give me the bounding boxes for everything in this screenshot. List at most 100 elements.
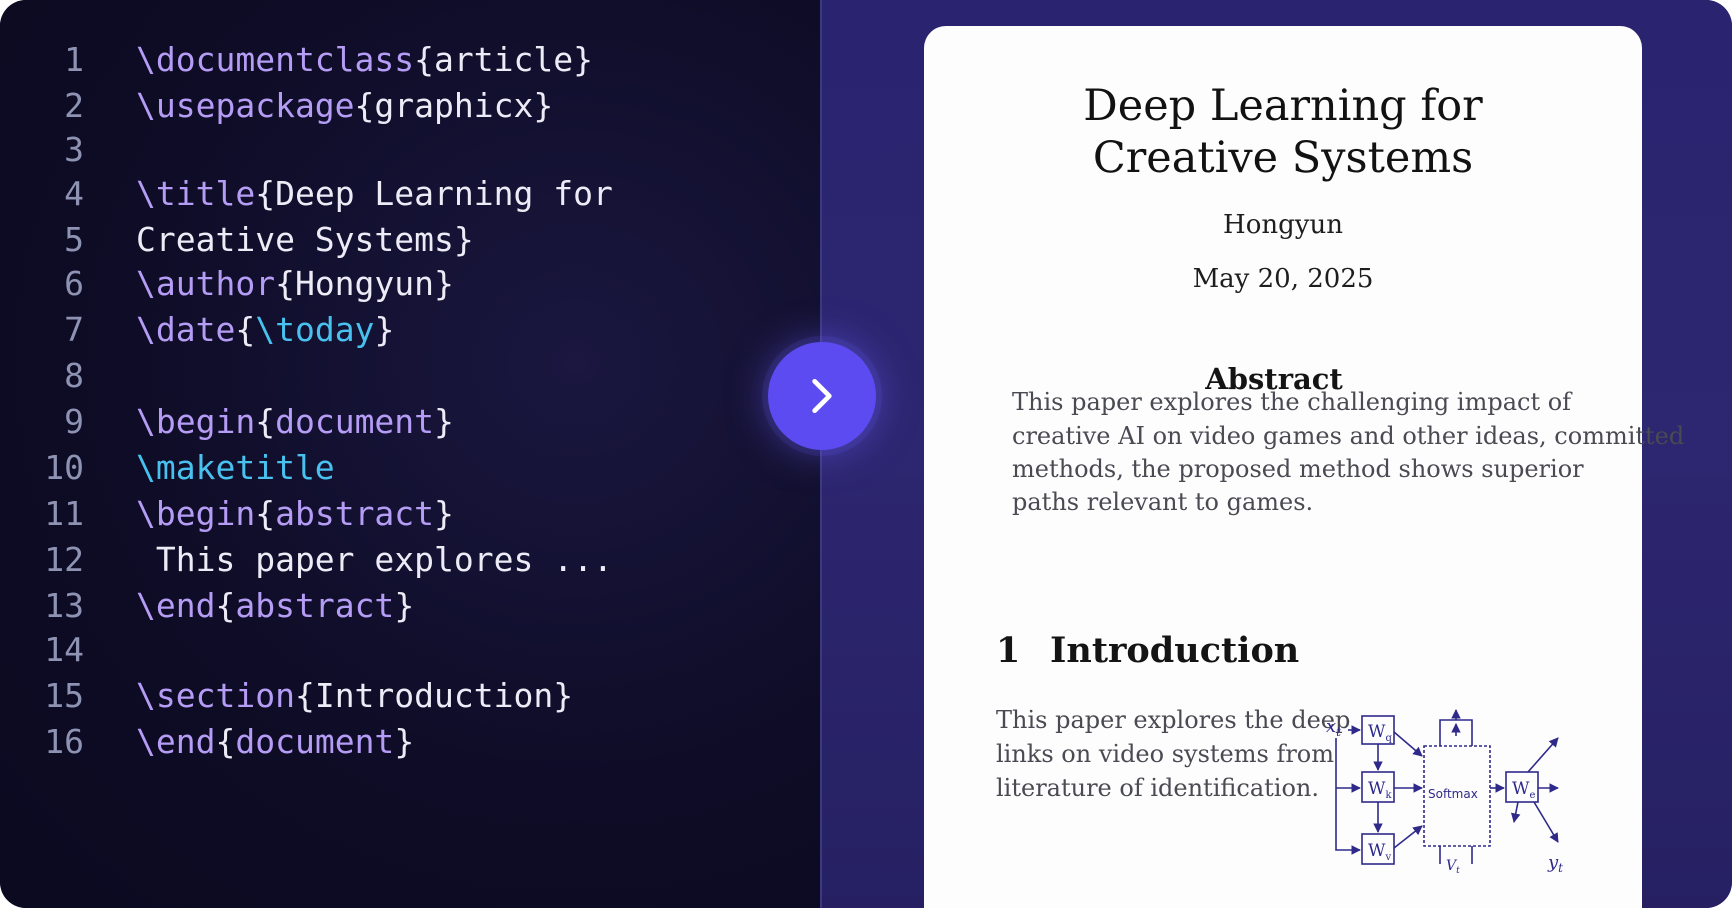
code-token: This paper explores ...: [136, 540, 613, 579]
code-token: \begin: [136, 402, 256, 441]
code-token: {Introduction}: [294, 676, 574, 715]
chevron-right-icon: [812, 378, 832, 414]
code-line[interactable]: 6 \author{Hongyun}: [0, 262, 800, 306]
abstract-line: This paper explores the challenging impa…: [1012, 388, 1572, 416]
code-token: document: [275, 402, 435, 441]
abstract-line: creative AI on video games and other ide…: [1012, 422, 1685, 450]
code-line[interactable]: 16 \end{document}: [0, 720, 800, 764]
code-line[interactable]: 7 \date{\today}: [0, 308, 800, 352]
app-frame: 1 \documentclass{article} 2 \usepackage{gra…: [0, 0, 1732, 908]
diagram-output-label: yt: [1547, 852, 1563, 875]
code-token: \section: [136, 676, 295, 715]
code-line[interactable]: 5 Creative Systems}: [0, 218, 800, 262]
code-token: }: [394, 586, 415, 625]
line-number: 10: [44, 448, 84, 487]
body-line: links on video systems from: [996, 740, 1335, 768]
code-text: \usepackage{graphicx}: [136, 84, 553, 128]
code-line[interactable]: 9 \begin{document}: [0, 400, 800, 444]
line-number: 16: [44, 722, 84, 761]
code-token: document: [235, 722, 395, 761]
code-text: \begin{abstract}: [136, 492, 454, 536]
body-line: literature of identification.: [996, 774, 1319, 802]
code-token: }: [374, 310, 395, 349]
code-line[interactable]: 2 \usepackage{graphicx}: [0, 84, 800, 128]
softmax-label: Softmax: [1428, 787, 1478, 801]
code-token: {article}: [414, 40, 593, 79]
abstract-line: methods, the proposed method shows super…: [1012, 455, 1584, 483]
code-text: Creative Systems}: [136, 218, 474, 262]
attention-diagram: xt Wq Wk Wv Softmax Vt We yt: [1326, 709, 1563, 876]
rendered-paper: Deep Learning for Creative Systems Hongy…: [924, 26, 1684, 908]
code-line[interactable]: 8: [0, 354, 800, 398]
code-text: \end{document}: [136, 720, 414, 764]
section-heading: 1 Introduction: [996, 630, 1299, 671]
code-token: {Deep Learning for: [255, 174, 613, 213]
line-number: 1: [64, 40, 84, 79]
paper-title-line-2: Creative Systems: [1092, 133, 1474, 183]
code-line[interactable]: 4 \title{Deep Learning for: [0, 172, 800, 216]
code-token: abstract: [275, 494, 435, 533]
line-number: 13: [44, 586, 84, 625]
latex-code-editor[interactable]: 1 \documentclass{article} 2 \usepackage{gra…: [0, 0, 822, 908]
body-line: This paper explores the deep: [996, 706, 1351, 734]
code-token: {: [235, 310, 256, 349]
code-token: {: [255, 494, 276, 533]
code-text: \begin{document}: [136, 400, 454, 444]
code-line[interactable]: 1 \documentclass{article}: [0, 38, 800, 82]
code-line[interactable]: 14: [0, 628, 800, 672]
svg-text:Wq: Wq: [1368, 722, 1392, 744]
code-text: \section{Introduction}: [136, 674, 573, 718]
line-number: 3: [64, 130, 84, 169]
svg-text:Vt: Vt: [1446, 858, 1460, 876]
line-number: 12: [44, 540, 84, 579]
diagram-input-label: xt: [1326, 716, 1341, 739]
code-text: \end{abstract}: [136, 584, 414, 628]
code-token: \maketitle: [136, 448, 335, 487]
code-token: Creative Systems}: [136, 220, 474, 259]
line-number: 2: [64, 86, 84, 125]
compile-arrow-button[interactable]: [768, 342, 876, 450]
code-text: \title{Deep Learning for: [136, 172, 613, 216]
line-number: 4: [64, 174, 84, 213]
code-text: \maketitle: [136, 446, 335, 490]
code-line[interactable]: 10 \maketitle: [0, 446, 800, 490]
code-token: {: [255, 402, 276, 441]
code-token: \today: [255, 310, 375, 349]
code-token: {graphicx}: [354, 86, 554, 125]
line-number: 14: [44, 630, 84, 669]
code-token: }: [434, 494, 454, 533]
section-number: 1: [996, 630, 1021, 671]
svg-text:Wk: Wk: [1368, 779, 1392, 801]
paper-date: May 20, 2025: [1192, 264, 1374, 294]
code-token: \title: [136, 174, 256, 213]
section-title: Introduction: [1050, 630, 1300, 671]
paper-title-line-1: Deep Learning for: [1083, 81, 1483, 131]
code-line[interactable]: 11 \begin{abstract}: [0, 492, 800, 536]
code-text: \author{Hongyun}: [136, 262, 454, 306]
line-number: 6: [64, 264, 84, 303]
code-token: {: [215, 586, 236, 625]
code-token: \documentclass: [136, 40, 415, 79]
code-token: \author: [136, 264, 276, 303]
code-line[interactable]: 12 This paper explores ...: [0, 538, 800, 582]
paper-author: Hongyun: [1223, 210, 1343, 240]
abstract-line: paths relevant to games.: [1012, 488, 1314, 516]
line-number: 9: [64, 402, 84, 441]
code-token: \end: [136, 586, 216, 625]
svg-text:We: We: [1512, 779, 1535, 801]
line-number: 7: [64, 310, 84, 349]
code-text: \documentclass{article}: [136, 38, 593, 82]
line-number: 5: [64, 220, 84, 259]
code-token: \usepackage: [136, 86, 355, 125]
code-line[interactable]: 15 \section{Introduction}: [0, 674, 800, 718]
code-token: \begin: [136, 494, 256, 533]
code-line[interactable]: 3: [0, 128, 800, 172]
code-token: \date: [136, 310, 236, 349]
line-number: 15: [44, 676, 84, 715]
svg-text:Wv: Wv: [1368, 841, 1391, 863]
code-line[interactable]: 13 \end{abstract}: [0, 584, 800, 628]
code-token: abstract: [235, 586, 395, 625]
code-token: {Hongyun}: [275, 264, 454, 303]
code-token: }: [434, 402, 454, 441]
code-token: \end: [136, 722, 216, 761]
